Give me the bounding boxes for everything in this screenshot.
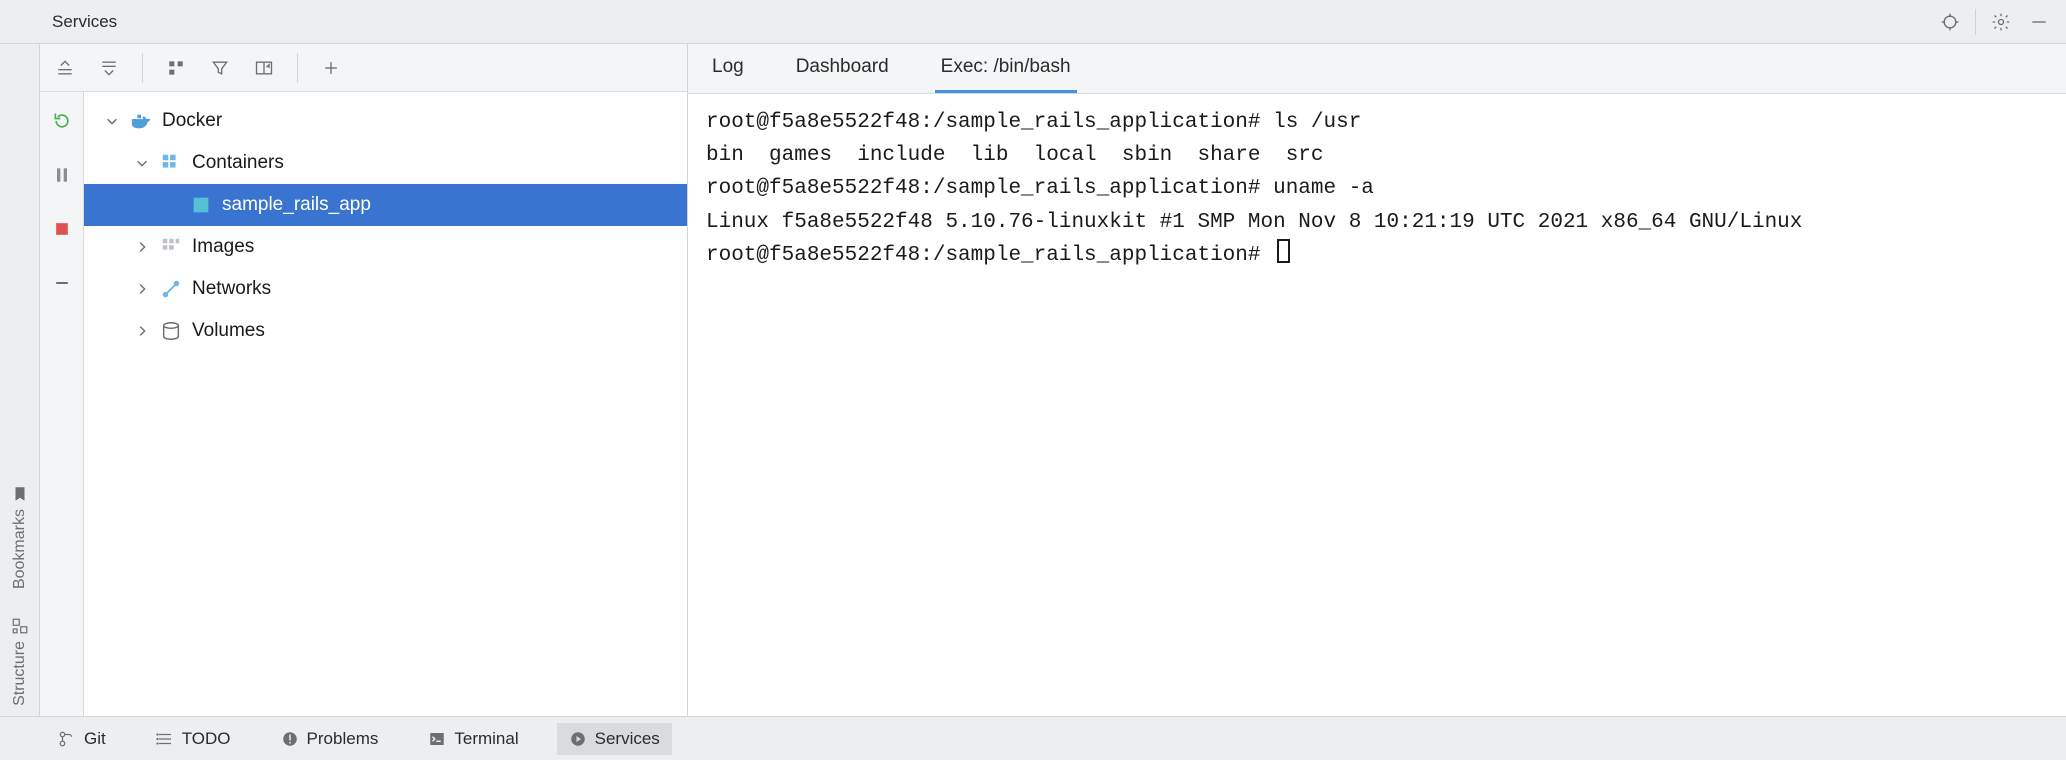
- tree-node-containers[interactable]: Containers: [84, 142, 687, 184]
- rail-bookmarks[interactable]: Bookmarks: [11, 485, 29, 589]
- bottom-services[interactable]: Services: [557, 723, 672, 755]
- rerun-icon[interactable]: [47, 106, 77, 136]
- services-panel: Docker Containers sample_rails_app: [40, 44, 688, 716]
- tree-label: Volumes: [192, 320, 265, 342]
- expand-all-icon[interactable]: [50, 53, 80, 83]
- panel-header-actions: [1935, 7, 2066, 37]
- group-icon[interactable]: [161, 53, 191, 83]
- container-running-icon: [190, 194, 212, 216]
- terminal-cursor: [1277, 239, 1290, 263]
- tab-dashboard[interactable]: Dashboard: [790, 44, 895, 93]
- docker-icon: [130, 110, 152, 132]
- minimize-icon[interactable]: [2024, 7, 2054, 37]
- tab-log[interactable]: Log: [706, 44, 750, 93]
- images-icon: [160, 236, 182, 258]
- bottom-todo[interactable]: TODO: [144, 723, 243, 755]
- tree-node-sample-rails-app[interactable]: sample_rails_app: [84, 184, 687, 226]
- networks-icon: [160, 278, 182, 300]
- rail-structure-label: Structure: [11, 641, 29, 706]
- tree-label: Images: [192, 236, 254, 258]
- terminal-line: Linux f5a8e5522f48 5.10.76-linuxkit #1 S…: [706, 211, 1802, 234]
- services-left-control: [40, 92, 84, 716]
- bottom-git[interactable]: Git: [46, 723, 118, 755]
- tree-node-networks[interactable]: Networks: [84, 268, 687, 310]
- tree-label: sample_rails_app: [222, 194, 371, 216]
- left-tool-rail: Bookmarks Structure: [0, 44, 40, 716]
- bottom-terminal[interactable]: Terminal: [416, 723, 530, 755]
- tree-node-volumes[interactable]: Volumes: [84, 310, 687, 352]
- bottom-label: Git: [84, 729, 106, 749]
- tree-node-docker[interactable]: Docker: [84, 100, 687, 142]
- services-toolbar: [40, 44, 687, 92]
- tree-node-images[interactable]: Images: [84, 226, 687, 268]
- terminal-output[interactable]: root@f5a8e5522f48:/sample_rails_applicat…: [688, 94, 2066, 716]
- gear-icon[interactable]: [1986, 7, 2016, 37]
- content-area: Log Dashboard Exec: /bin/bash root@f5a8e…: [688, 44, 2066, 716]
- volumes-icon: [160, 320, 182, 342]
- remove-icon[interactable]: [47, 268, 77, 298]
- tree-label: Networks: [192, 278, 271, 300]
- terminal-line: bin games include lib local sbin share s…: [706, 144, 1324, 167]
- collapse-all-icon[interactable]: [94, 53, 124, 83]
- containers-icon: [160, 152, 182, 174]
- chevron-right-icon[interactable]: [134, 239, 150, 255]
- chevron-right-icon[interactable]: [134, 323, 150, 339]
- bottom-tool-bar: Git TODO Problems Terminal Services: [0, 716, 2066, 760]
- open-tab-icon[interactable]: [249, 53, 279, 83]
- tree-label: Docker: [162, 110, 222, 132]
- bottom-problems[interactable]: Problems: [269, 723, 391, 755]
- bottom-label: TODO: [182, 729, 231, 749]
- terminal-prompt: root@f5a8e5522f48:/sample_rails_applicat…: [706, 244, 1273, 267]
- bottom-label: Services: [595, 729, 660, 749]
- terminal-line: root@f5a8e5522f48:/sample_rails_applicat…: [706, 111, 1361, 134]
- bottom-label: Terminal: [454, 729, 518, 749]
- chevron-down-icon[interactable]: [134, 155, 150, 171]
- stop-icon[interactable]: [47, 214, 77, 244]
- chevron-down-icon[interactable]: [104, 113, 120, 129]
- pause-icon[interactable]: [47, 160, 77, 190]
- chevron-right-icon[interactable]: [134, 281, 150, 297]
- services-tree[interactable]: Docker Containers sample_rails_app: [84, 92, 687, 716]
- add-icon[interactable]: [316, 53, 346, 83]
- rail-bookmarks-label: Bookmarks: [11, 509, 29, 589]
- tree-label: Containers: [192, 152, 284, 174]
- crosshair-icon[interactable]: [1935, 7, 1965, 37]
- tab-exec[interactable]: Exec: /bin/bash: [935, 44, 1077, 93]
- panel-title: Services: [0, 12, 117, 32]
- content-tabs: Log Dashboard Exec: /bin/bash: [688, 44, 2066, 94]
- panel-header: Services: [0, 0, 2066, 44]
- filter-icon[interactable]: [205, 53, 235, 83]
- rail-structure[interactable]: Structure: [11, 617, 29, 706]
- terminal-line: root@f5a8e5522f48:/sample_rails_applicat…: [706, 177, 1374, 200]
- bottom-label: Problems: [307, 729, 379, 749]
